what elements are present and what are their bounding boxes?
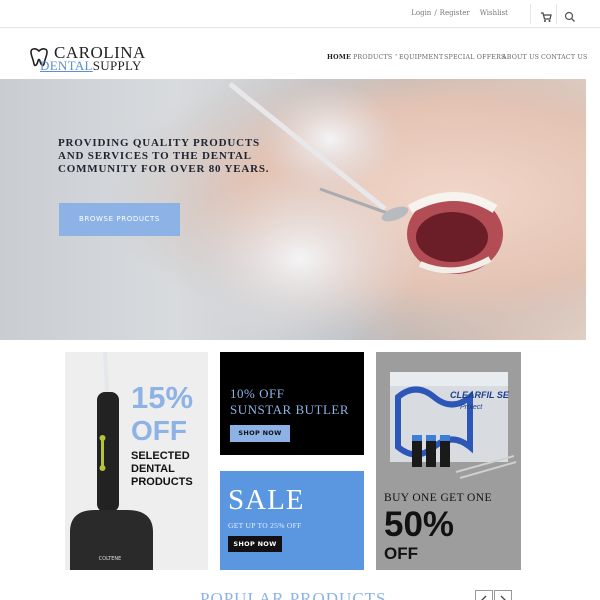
promo-subtitle: SUNSTAR BUTLER	[230, 402, 349, 417]
sale-subtitle: GET UP TO 25% OFF	[228, 521, 302, 530]
promo-sunstar-butler[interactable]: 10% OFF SUNSTAR BUTLER SHOP NOW	[220, 352, 364, 455]
shop-now-button[interactable]: SHOP NOW	[230, 425, 290, 442]
nav-home[interactable]: HOME	[327, 54, 351, 61]
nav-contact-us[interactable]: CONTACT US	[541, 54, 588, 61]
account-links: Login / Register Wishlist	[411, 9, 508, 17]
main-nav: HOME PRODUCTS ˅ EQUIPMENT SPECIAL OFFERS…	[0, 54, 600, 68]
promo-line: PRODUCTS	[131, 476, 193, 488]
shop-now-button[interactable]: SHOP NOW	[228, 536, 282, 552]
clearfil-label: CLEARFIL SE	[450, 390, 510, 400]
promo-15-off[interactable]: COLTENE 15% OFF SELECTED DENTAL PRODUCTS	[65, 352, 208, 570]
clearfil-sub: Protect	[460, 404, 483, 411]
link-separator: /	[434, 9, 437, 17]
login-link[interactable]: Login	[411, 9, 431, 17]
nav-products-label: PRODUCTS	[353, 54, 393, 61]
sale-title: SALE	[228, 484, 305, 516]
nav-products[interactable]: PRODUCTS ˅	[353, 54, 398, 61]
promo-bogo[interactable]: CLEARFIL SE Protect BUY ONE GET ONE 50% …	[376, 352, 521, 570]
hero-headline: PROVIDING QUALITY PRODUCTS AND SERVICES …	[58, 137, 278, 176]
divider	[530, 4, 531, 24]
hero-headline-line2: AND SERVICES TO THE DENTAL	[58, 150, 252, 162]
bogo-text: BUY ONE GET ONE	[384, 492, 492, 504]
promo-sale[interactable]: SALE GET UP TO 25% OFF SHOP NOW	[220, 471, 364, 570]
promo-title: 10% OFF	[230, 386, 285, 401]
nav-equipment[interactable]: EQUIPMENT	[399, 54, 443, 61]
bogo-off: OFF	[384, 544, 418, 563]
nav-about-us[interactable]: ABOUT US	[502, 54, 539, 61]
coltene-brand: COLTENE	[99, 556, 122, 562]
search-icon[interactable]	[564, 8, 576, 22]
popular-products-heading: POPULAR PRODUCTS	[200, 589, 387, 600]
chevron-left-icon	[481, 595, 487, 600]
hero-banner: PROVIDING QUALITY PRODUCTS AND SERVICES …	[0, 79, 586, 340]
promo-line: DENTAL	[131, 463, 175, 475]
nav-special-offers[interactable]: SPECIAL OFFERS	[444, 54, 506, 61]
promo-description: SELECTED DENTAL PRODUCTS	[131, 450, 207, 489]
bogo-percent: 50%	[384, 505, 455, 544]
top-utility-bar: Login / Register Wishlist	[0, 0, 600, 28]
hero-headline-line1: PROVIDING QUALITY PRODUCTS	[58, 137, 260, 149]
clearfil-product-image: CLEARFIL SE Protect	[390, 372, 517, 479]
carousel-prev-button[interactable]	[475, 590, 493, 600]
chevron-down-icon: ˅	[392, 54, 398, 61]
promo-off: OFF	[131, 415, 187, 446]
divider	[556, 4, 557, 24]
chevron-right-icon	[500, 595, 506, 600]
promo-percent: 15%	[131, 380, 194, 415]
cart-icon[interactable]	[540, 8, 552, 22]
promo-line: SELECTED	[131, 450, 190, 462]
register-link[interactable]: Register	[440, 9, 470, 17]
wishlist-link[interactable]: Wishlist	[480, 9, 508, 17]
hero-headline-line3: COMMUNITY FOR OVER 80 YEARS.	[58, 163, 270, 175]
browse-products-button[interactable]: BROWSE PRODUCTS	[59, 203, 180, 236]
carousel-next-button[interactable]	[494, 590, 512, 600]
